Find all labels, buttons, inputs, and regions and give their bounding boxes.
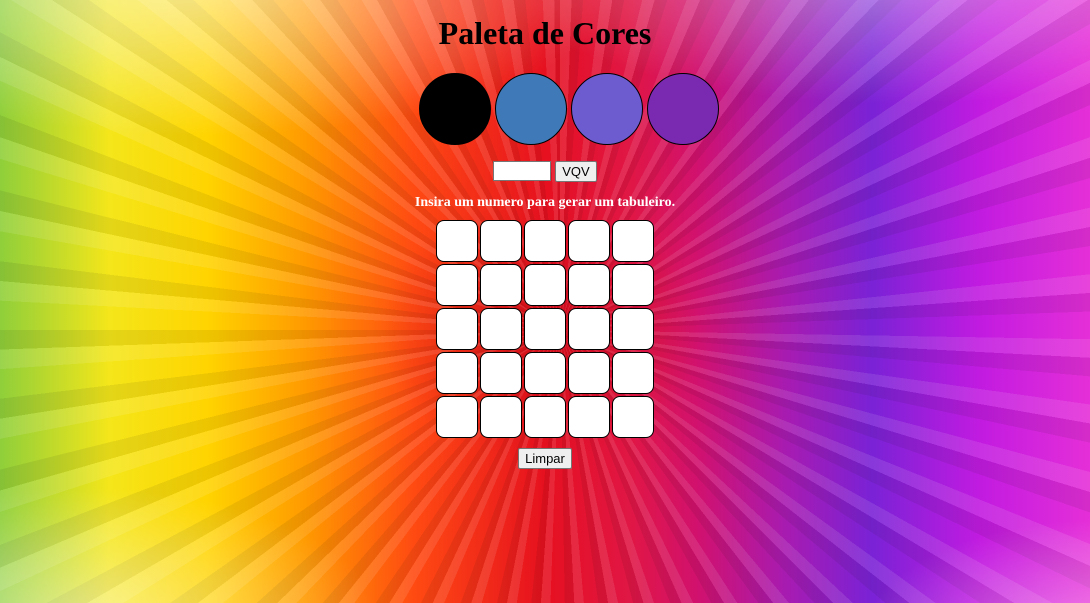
page-content: Paleta de Cores VQV Insira um numero par… <box>0 0 1090 470</box>
pixel-board <box>435 220 655 438</box>
board-pixel[interactable] <box>524 220 566 262</box>
color-palette <box>0 73 1090 145</box>
board-pixel[interactable] <box>568 352 610 394</box>
board-pixel[interactable] <box>568 308 610 350</box>
board-pixel[interactable] <box>524 352 566 394</box>
board-pixel[interactable] <box>480 308 522 350</box>
palette-color-2[interactable] <box>495 73 567 145</box>
page-title: Paleta de Cores <box>438 15 652 51</box>
board-pixel[interactable] <box>612 352 654 394</box>
board-pixel[interactable] <box>436 220 478 262</box>
board-pixel[interactable] <box>480 220 522 262</box>
board-pixel[interactable] <box>436 308 478 350</box>
board-pixel[interactable] <box>480 264 522 306</box>
board-pixel[interactable] <box>612 308 654 350</box>
board-pixel[interactable] <box>436 264 478 306</box>
palette-color-1[interactable] <box>419 73 491 145</box>
board-pixel[interactable] <box>524 308 566 350</box>
board-pixel[interactable] <box>568 220 610 262</box>
board-pixel[interactable] <box>568 264 610 306</box>
board-pixel[interactable] <box>480 396 522 438</box>
board-pixel[interactable] <box>612 220 654 262</box>
board-pixel[interactable] <box>436 352 478 394</box>
board-pixel[interactable] <box>568 396 610 438</box>
board-pixel[interactable] <box>524 396 566 438</box>
board-pixel[interactable] <box>612 264 654 306</box>
board-controls: VQV <box>0 160 1090 182</box>
clear-board-button[interactable]: Limpar <box>518 448 572 469</box>
clear-row: Limpar <box>0 448 1090 470</box>
board-pixel[interactable] <box>524 264 566 306</box>
palette-color-3[interactable] <box>571 73 643 145</box>
board-pixel[interactable] <box>612 396 654 438</box>
board-hint: Insira um numero para gerar um tabuleiro… <box>414 195 676 210</box>
palette-color-4[interactable] <box>647 73 719 145</box>
board-size-input[interactable] <box>493 161 552 181</box>
generate-board-button[interactable]: VQV <box>555 160 597 182</box>
board-pixel[interactable] <box>436 396 478 438</box>
board-pixel[interactable] <box>480 352 522 394</box>
